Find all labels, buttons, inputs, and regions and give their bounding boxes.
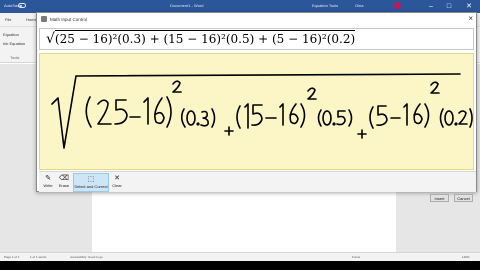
clear-button[interactable]: ✕ Clear <box>111 173 123 192</box>
clear-icon: ✕ <box>114 175 120 182</box>
status-focus[interactable]: Focus <box>352 255 360 259</box>
avatar[interactable] <box>394 2 401 9</box>
screen: AutoSave Document1 - Word Equation Tools… <box>0 0 480 270</box>
cancel-button[interactable]: Cancel <box>454 194 473 202</box>
equation-preview: √(25 − 16)²(0.3) + (15 − 16)²(0.5) + (5 … <box>39 28 474 50</box>
status-accessibility[interactable]: Accessibility: Good to go <box>70 255 103 259</box>
handwritten-ink <box>51 73 473 149</box>
eraser-icon: ⌫ <box>59 175 69 182</box>
user-name: Gina <box>355 3 364 8</box>
ink-writing-area[interactable] <box>39 53 474 170</box>
tool-strip: ✎ Write ⌫ Erase ⬚ Select and Correct ✕ C… <box>39 171 476 192</box>
tab-file[interactable]: File <box>5 17 11 22</box>
status-page[interactable]: Page 1 of 1 <box>4 255 19 259</box>
ribbon-equation[interactable]: Equation <box>3 32 19 37</box>
preview-expression: √(25 − 16)²(0.3) + (15 − 16)²(0.5) + (5 … <box>46 30 356 47</box>
insert-button[interactable]: Insert <box>430 194 449 202</box>
status-words[interactable]: 1 of 1 words <box>30 255 46 259</box>
pen-icon: ✎ <box>45 175 51 182</box>
bottom-bar <box>0 261 480 270</box>
select-and-correct-button[interactable]: ⬚ Select and Correct <box>73 173 109 192</box>
equation-tools-label: Equation Tools <box>312 3 339 8</box>
close-icon[interactable]: × <box>468 14 473 23</box>
lasso-icon: ⬚ <box>87 176 95 183</box>
statusbar: Page 1 of 1 1 of 1 words Accessibility: … <box>0 252 480 261</box>
radical-icon: √ <box>46 31 55 47</box>
status-zoom[interactable]: 140% <box>462 255 470 259</box>
dialog-title: Math Input Control <box>50 17 88 22</box>
document-name: Document1 - Word <box>170 3 204 8</box>
write-button[interactable]: ✎ Write <box>41 173 55 192</box>
ribbon-group-label: Tools <box>10 55 20 60</box>
dialog-titlebar[interactable]: Math Input Control × <box>37 13 476 26</box>
autosave-toggle[interactable] <box>18 3 26 8</box>
ribbon-ink-equation[interactable]: Ink Equation <box>3 41 25 46</box>
erase-button[interactable]: ⌫ Erase <box>57 173 71 192</box>
math-input-icon <box>41 16 47 22</box>
math-input-dialog: Math Input Control × √(25 − 16)²(0.3) + … <box>36 12 477 202</box>
